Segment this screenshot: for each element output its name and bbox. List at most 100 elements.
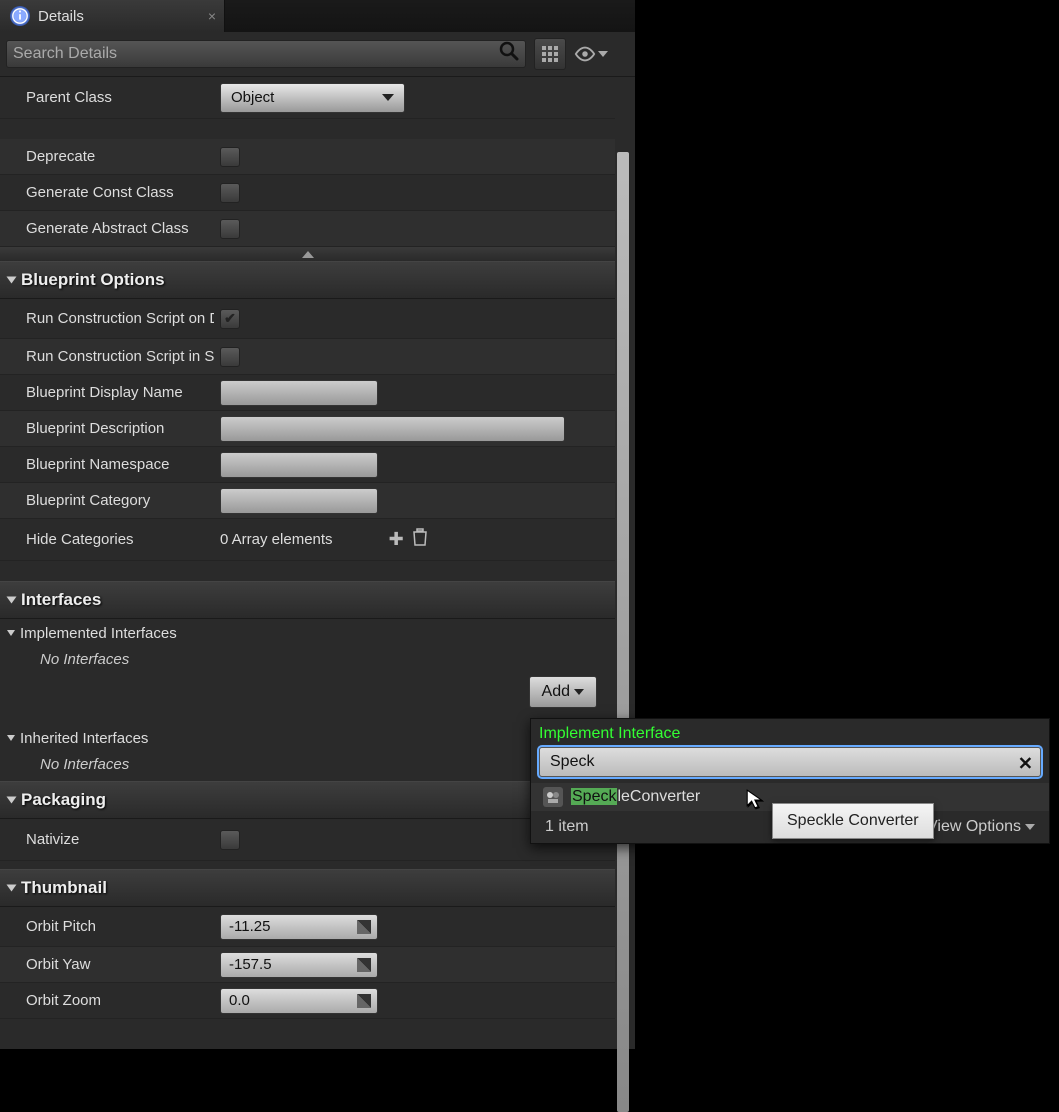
orbit-pitch-input[interactable]: -11.25 bbox=[220, 914, 378, 940]
info-icon bbox=[10, 6, 30, 26]
section-title: Packaging bbox=[21, 790, 106, 810]
spinner-icon[interactable] bbox=[357, 958, 371, 972]
clear-array-button[interactable] bbox=[412, 528, 428, 551]
bp-description-input[interactable] bbox=[220, 416, 565, 442]
orbit-pitch-value: -11.25 bbox=[229, 918, 270, 935]
orbit-zoom-row: Orbit Zoom 0.0 bbox=[0, 983, 615, 1019]
expand-icon bbox=[7, 797, 17, 804]
bp-category-label: Blueprint Category bbox=[0, 492, 214, 509]
bp-description-row: Blueprint Description bbox=[0, 411, 615, 447]
close-icon[interactable]: × bbox=[208, 8, 216, 24]
spinner-icon[interactable] bbox=[357, 994, 371, 1008]
spinner-icon[interactable] bbox=[357, 920, 371, 934]
run-seq-checkbox[interactable] bbox=[220, 347, 240, 367]
tab-bar: Details × bbox=[0, 0, 635, 32]
section-title: Thumbnail bbox=[21, 878, 107, 898]
details-panel: Details × Parent Class Objec bbox=[0, 0, 635, 1049]
run-drag-label: Run Construction Script on Drag bbox=[0, 310, 214, 327]
nativize-row: Nativize bbox=[0, 819, 615, 861]
content-area: Parent Class Object Deprecate Generate C… bbox=[0, 77, 635, 1056]
orbit-yaw-value: -157.5 bbox=[229, 956, 272, 973]
bp-namespace-row: Blueprint Namespace bbox=[0, 447, 615, 483]
collapse-toggle[interactable] bbox=[0, 247, 615, 261]
deprecate-checkbox[interactable] bbox=[220, 147, 240, 167]
hide-categories-label: Hide Categories bbox=[0, 531, 214, 548]
popup-search-input[interactable] bbox=[539, 747, 1041, 777]
run-seq-row: Run Construction Script in Sequencer bbox=[0, 339, 615, 375]
popup-title: Implement Interface bbox=[531, 719, 1049, 745]
class-icon bbox=[543, 787, 563, 807]
chevron-down-icon bbox=[382, 94, 394, 101]
run-drag-checkbox[interactable] bbox=[220, 309, 240, 329]
gen-abstract-label: Generate Abstract Class bbox=[0, 220, 214, 237]
bp-description-label: Blueprint Description bbox=[0, 420, 214, 437]
nativize-label: Nativize bbox=[0, 831, 214, 848]
tooltip-text: Speckle Converter bbox=[787, 812, 919, 829]
parent-class-row: Parent Class Object bbox=[0, 77, 615, 119]
no-interfaces-text-2: No Interfaces bbox=[0, 756, 615, 773]
add-button-label: Add bbox=[542, 683, 570, 701]
bp-category-input[interactable] bbox=[220, 488, 378, 514]
section-packaging[interactable]: Packaging bbox=[0, 781, 615, 819]
section-blueprint-options[interactable]: Blueprint Options bbox=[0, 261, 615, 299]
parent-class-dropdown[interactable]: Object bbox=[220, 83, 405, 113]
expand-icon bbox=[7, 277, 17, 284]
search-box[interactable] bbox=[6, 40, 526, 68]
search-icon[interactable] bbox=[499, 41, 519, 67]
gen-const-row: Generate Const Class bbox=[0, 175, 615, 211]
orbit-zoom-value: 0.0 bbox=[229, 992, 250, 1009]
property-matrix-button[interactable] bbox=[534, 38, 566, 70]
run-seq-label: Run Construction Script in Sequencer bbox=[0, 348, 214, 365]
nativize-checkbox[interactable] bbox=[220, 830, 240, 850]
bp-category-row: Blueprint Category bbox=[0, 483, 615, 519]
tab-title: Details bbox=[38, 8, 84, 25]
bp-namespace-input[interactable] bbox=[220, 452, 378, 478]
gen-abstract-row: Generate Abstract Class bbox=[0, 211, 615, 247]
no-interfaces-text: No Interfaces bbox=[0, 651, 615, 668]
expand-icon bbox=[7, 597, 17, 604]
view-options-button[interactable] bbox=[574, 43, 608, 65]
bp-namespace-label: Blueprint Namespace bbox=[0, 456, 214, 473]
chevron-down-icon bbox=[574, 689, 584, 695]
inherited-interfaces-row[interactable]: Inherited Interfaces bbox=[0, 724, 615, 752]
orbit-pitch-row: Orbit Pitch -11.25 bbox=[0, 907, 615, 947]
bp-display-name-input[interactable] bbox=[220, 380, 378, 406]
array-elements-text: 0 Array elements bbox=[220, 531, 333, 548]
gen-const-checkbox[interactable] bbox=[220, 183, 240, 203]
implemented-interfaces-label: Implemented Interfaces bbox=[20, 625, 177, 642]
expand-icon bbox=[7, 735, 15, 741]
orbit-yaw-row: Orbit Yaw -157.5 bbox=[0, 947, 615, 983]
clear-search-button[interactable]: ✕ bbox=[1018, 754, 1033, 775]
gen-const-label: Generate Const Class bbox=[0, 184, 214, 201]
run-drag-row: Run Construction Script on Drag bbox=[0, 299, 615, 339]
section-title: Blueprint Options bbox=[21, 270, 165, 290]
expand-icon bbox=[7, 630, 15, 636]
add-array-element-button[interactable]: ✚ bbox=[389, 529, 404, 550]
parent-class-label: Parent Class bbox=[0, 89, 214, 106]
chevron-down-icon bbox=[598, 51, 608, 57]
tooltip: Speckle Converter bbox=[772, 803, 934, 839]
orbit-zoom-label: Orbit Zoom bbox=[0, 992, 214, 1009]
hide-categories-row: Hide Categories 0 Array elements ✚ bbox=[0, 519, 615, 561]
deprecate-row: Deprecate bbox=[0, 139, 615, 175]
popup-count: 1 item bbox=[545, 818, 589, 836]
section-thumbnail[interactable]: Thumbnail bbox=[0, 869, 615, 907]
orbit-pitch-label: Orbit Pitch bbox=[0, 918, 214, 935]
search-input[interactable] bbox=[13, 45, 499, 63]
add-interface-button[interactable]: Add bbox=[529, 676, 597, 708]
parent-class-value: Object bbox=[231, 89, 274, 106]
orbit-zoom-input[interactable]: 0.0 bbox=[220, 988, 378, 1014]
orbit-yaw-input[interactable]: -157.5 bbox=[220, 952, 378, 978]
section-interfaces[interactable]: Interfaces bbox=[0, 581, 615, 619]
bp-display-name-label: Blueprint Display Name bbox=[0, 384, 214, 401]
inherited-interfaces-label: Inherited Interfaces bbox=[20, 730, 148, 747]
search-row bbox=[0, 32, 635, 77]
scrollbar[interactable] bbox=[617, 152, 629, 1112]
details-tab[interactable]: Details × bbox=[0, 0, 225, 32]
orbit-yaw-label: Orbit Yaw bbox=[0, 956, 214, 973]
gen-abstract-checkbox[interactable] bbox=[220, 219, 240, 239]
implemented-interfaces-row[interactable]: Implemented Interfaces bbox=[0, 619, 615, 647]
expand-icon bbox=[7, 885, 17, 892]
bp-display-name-row: Blueprint Display Name bbox=[0, 375, 615, 411]
chevron-up-icon bbox=[302, 251, 314, 258]
